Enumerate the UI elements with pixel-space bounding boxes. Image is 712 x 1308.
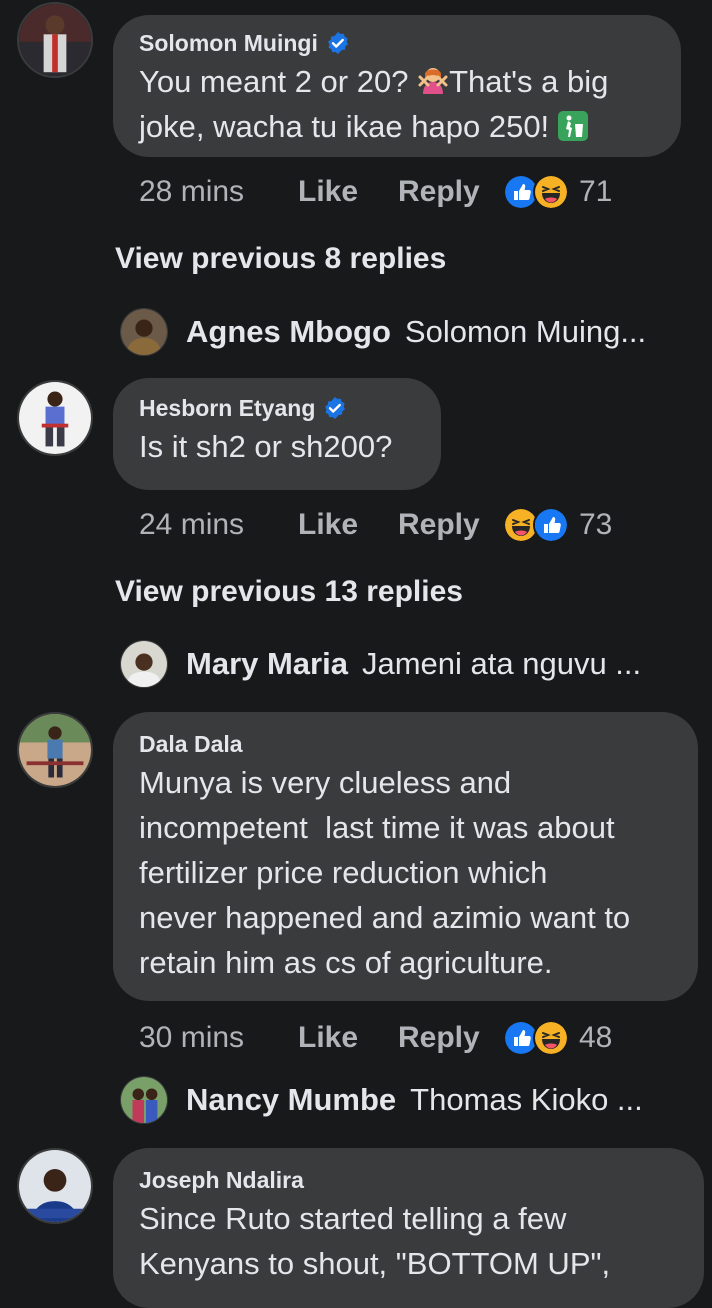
author-name[interactable]: Hesborn Etyang (139, 394, 315, 422)
comment-text: Is it sh2 or sh200? (139, 424, 415, 469)
author-name[interactable]: Solomon Muingi (139, 29, 318, 57)
comment-timestamp[interactable]: 24 mins (139, 508, 298, 542)
collapsed-reply[interactable]: Agnes Mbogo Solomon Muing... (120, 308, 646, 356)
person-gesturing-no-emoji-icon (418, 68, 448, 94)
like-reaction-icon (533, 507, 569, 543)
comment-timestamp[interactable]: 30 mins (139, 1021, 298, 1055)
comment-meta: 30 mins Like Reply 48 (139, 1018, 612, 1058)
comment-text-line: Munya is very clueless and (139, 765, 512, 800)
verified-badge-icon (326, 31, 350, 55)
haha-reaction-icon (533, 1020, 569, 1056)
view-previous-replies-link[interactable]: View previous 8 replies (115, 242, 446, 276)
like-button[interactable]: Like (298, 175, 398, 209)
reply-button[interactable]: Reply (398, 1021, 503, 1055)
like-button[interactable]: Like (298, 508, 398, 542)
comment-author[interactable]: Dala Dala (139, 730, 672, 758)
comment-text-part: That's a big (449, 64, 609, 99)
reaction-count[interactable]: 73 (579, 508, 612, 542)
comment-bubble-hesborn-etyang[interactable]: Hesborn Etyang Is it sh2 or sh200? (113, 378, 441, 490)
reactions-summary[interactable] (503, 507, 569, 543)
reply-button[interactable]: Reply (398, 175, 503, 209)
comment-author[interactable]: Solomon Muingi (139, 29, 655, 57)
reactions-summary[interactable] (503, 174, 569, 210)
view-previous-replies-link[interactable]: View previous 13 replies (115, 575, 463, 609)
comment-text-line: never happened and azimio want to (139, 900, 631, 935)
reaction-count[interactable]: 71 (579, 175, 612, 209)
comment-text-line: incompetent last time it was about (139, 810, 615, 845)
comment-bubble-joseph-ndalira[interactable]: Joseph Ndalira Since Ruto started tellin… (113, 1148, 704, 1308)
comment-text: You meant 2 or 20? That's a big joke, wa… (139, 59, 655, 149)
collapsed-reply-snippet[interactable]: Thomas Kioko ... (410, 1082, 643, 1118)
avatar-dala-dala[interactable] (17, 712, 93, 788)
haha-reaction-icon (533, 174, 569, 210)
comment-text-line: Since Ruto started telling a few (139, 1201, 567, 1236)
collapsed-reply-author[interactable]: Agnes Mbogo (186, 314, 391, 350)
reactions-summary[interactable] (503, 1020, 569, 1056)
comment-meta: 24 mins Like Reply 73 (139, 505, 612, 545)
reply-button[interactable]: Reply (398, 508, 503, 542)
comment-bubble-dala-dala[interactable]: Dala Dala Munya is very clueless and inc… (113, 712, 698, 1001)
avatar-hesborn-etyang[interactable] (17, 380, 93, 456)
collapsed-reply[interactable]: Nancy Mumbe Thomas Kioko ... (120, 1076, 643, 1124)
verified-badge-icon (323, 396, 347, 420)
collapsed-reply[interactable]: Mary Maria Jameni ata nguvu ... (120, 640, 641, 688)
collapsed-reply-snippet[interactable]: Jameni ata nguvu ... (362, 646, 641, 682)
comment-text-line: fertilizer price reduction which (139, 855, 548, 890)
comment-text-part: You meant 2 or 20? (139, 64, 418, 99)
avatar-joseph-ndalira[interactable] (17, 1148, 93, 1224)
comment-bubble-solomon-muingi[interactable]: Solomon Muingi You meant 2 or 20? That's… (113, 15, 681, 157)
comment-text-line: retain him as cs of agriculture. (139, 945, 553, 980)
collapsed-reply-snippet[interactable]: Solomon Muing... (405, 314, 646, 350)
comment-author[interactable]: Joseph Ndalira (139, 1166, 678, 1194)
comment-meta: 28 mins Like Reply 71 (139, 172, 612, 212)
reaction-count[interactable]: 48 (579, 1021, 612, 1055)
comment-timestamp[interactable]: 28 mins (139, 175, 298, 209)
author-name[interactable]: Joseph Ndalira (139, 1166, 304, 1194)
collapsed-reply-author[interactable]: Mary Maria (186, 646, 348, 682)
comment-text-line: Kenyans to shout, "BOTTOM UP", (139, 1246, 611, 1281)
comment-author[interactable]: Hesborn Etyang (139, 394, 415, 422)
comment-text-part: Is it sh2 or sh200? (139, 429, 393, 464)
comment-text: Since Ruto started telling a few Kenyans… (139, 1196, 678, 1286)
comment-text-part: joke, wacha tu ikae hapo 250! (139, 109, 558, 144)
like-button[interactable]: Like (298, 1021, 398, 1055)
comment-text: Munya is very clueless and incompetent l… (139, 760, 672, 985)
collapsed-reply-author[interactable]: Nancy Mumbe (186, 1082, 396, 1118)
litter-bin-emoji-icon (557, 111, 588, 141)
author-name[interactable]: Dala Dala (139, 730, 243, 758)
avatar-solomon-muingi[interactable] (17, 2, 93, 78)
